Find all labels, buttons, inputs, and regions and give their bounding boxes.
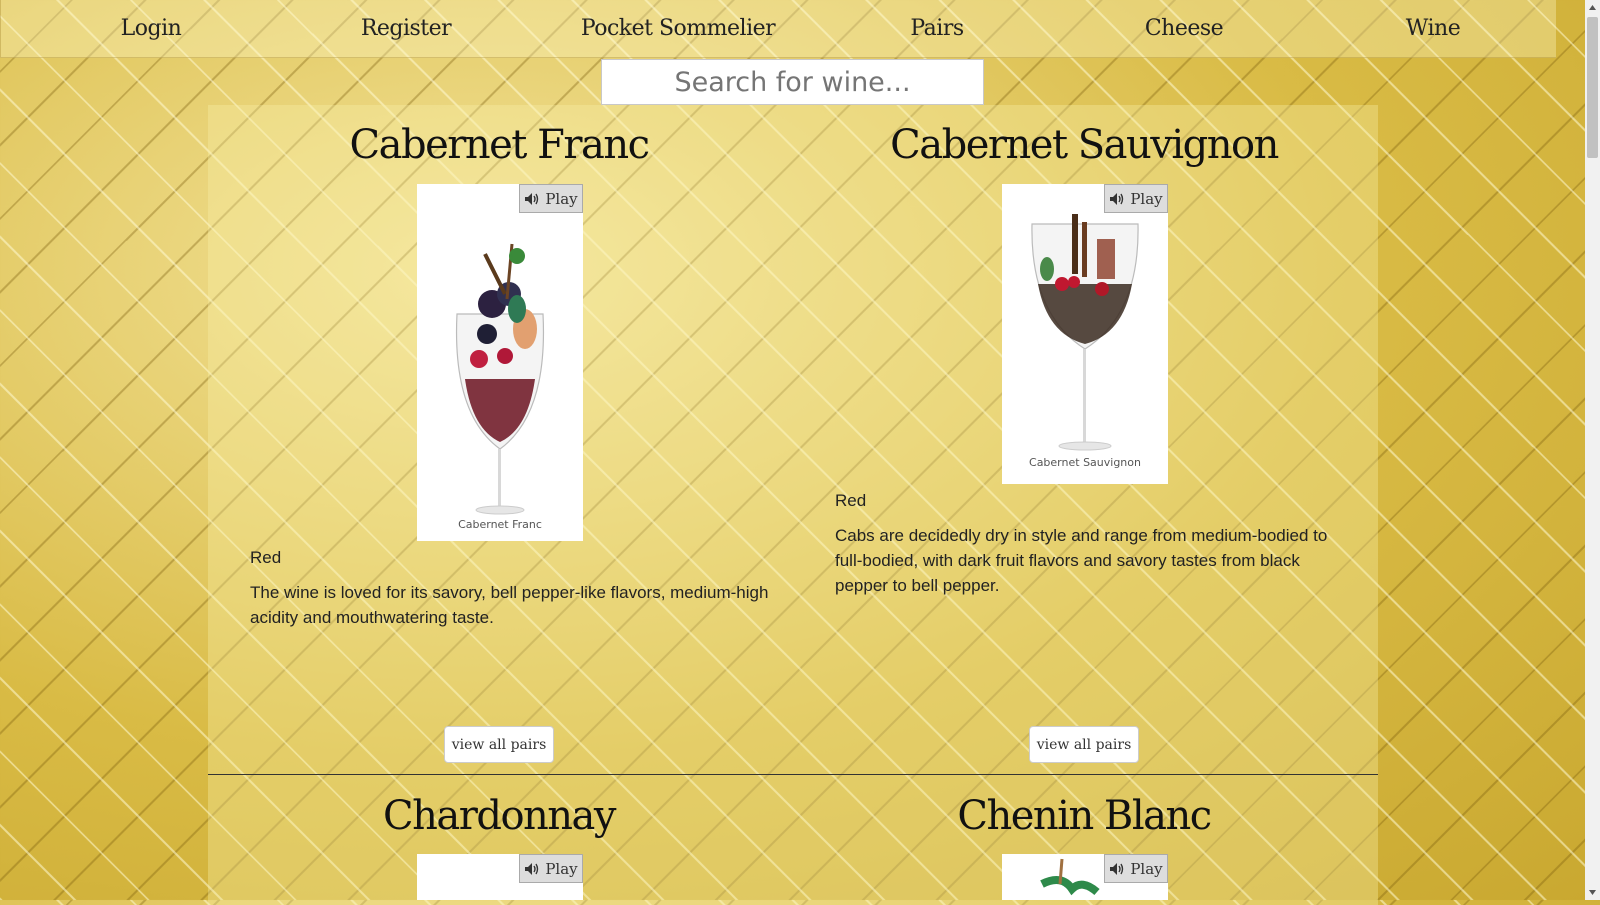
wine-card: Chardonnay Play [219, 776, 779, 900]
wine-card: Chenin Blanc Play [804, 776, 1364, 900]
wine-title: Cabernet Sauvignon [890, 122, 1279, 168]
nav-login-link[interactable]: Login [31, 0, 271, 57]
play-label: Play [1130, 189, 1163, 208]
vertical-scrollbar[interactable] [1585, 0, 1600, 900]
speaker-icon [1109, 192, 1125, 206]
play-button[interactable]: Play [519, 184, 583, 213]
wine-card: Cabernet Sauvignon Cabernet Sauvignon Pl… [804, 105, 1364, 775]
play-label: Play [1130, 859, 1163, 878]
wine-glass-illustration [1031, 214, 1139, 451]
speaker-icon [524, 192, 540, 206]
top-navbar: Login Register Pocket Sommelier Pairs Ch… [0, 0, 1556, 58]
nav-pocket-sommelier-link[interactable]: Pocket Sommelier [558, 0, 798, 57]
wine-glass-illustration [455, 243, 545, 515]
wine-description: Cabs are decidedly dry in style and rang… [835, 526, 1328, 595]
play-button[interactable]: Play [1104, 854, 1168, 883]
triangle-down-icon [1589, 890, 1596, 895]
triangle-up-icon [1589, 5, 1596, 10]
wine-title: Chardonnay [383, 793, 617, 839]
nav-wine-link[interactable]: Wine [1313, 0, 1553, 57]
nav-register-link[interactable]: Register [286, 0, 526, 57]
scrollbar-thumb[interactable] [1587, 17, 1598, 158]
wine-card: Cabernet Franc Cabernet Franc Play Red T… [219, 105, 779, 775]
play-button[interactable]: Play [519, 854, 583, 883]
image-caption: Cabernet Franc [458, 518, 542, 531]
scroll-down-arrow[interactable] [1585, 885, 1600, 900]
card-row-divider [208, 774, 1378, 775]
wine-title: Chenin Blanc [957, 793, 1212, 839]
wine-type: Red [835, 491, 867, 510]
scroll-up-arrow[interactable] [1585, 0, 1600, 15]
play-label: Play [545, 189, 578, 208]
nav-cheese-link[interactable]: Cheese [1064, 0, 1304, 57]
speaker-icon [524, 862, 540, 876]
wine-glass-image: Cabernet Franc Play [417, 184, 583, 541]
wine-glass-image: Cabernet Sauvignon Play [1002, 184, 1168, 484]
wine-description: The wine is loved for its savory, bell p… [250, 583, 769, 627]
wine-glass-image: Play [417, 854, 583, 900]
nav-pairs-link[interactable]: Pairs [817, 0, 1057, 57]
play-button[interactable]: Play [1104, 184, 1168, 213]
view-all-pairs-button[interactable]: view all pairs [1029, 726, 1139, 763]
wine-search-input[interactable] [601, 59, 984, 105]
play-label: Play [545, 859, 578, 878]
image-caption: Cabernet Sauvignon [1029, 456, 1141, 469]
wine-title: Cabernet Franc [349, 122, 650, 168]
view-all-pairs-button[interactable]: view all pairs [444, 726, 554, 763]
wine-glass-image: Play [1002, 854, 1168, 900]
speaker-icon [1109, 862, 1125, 876]
wine-type: Red [250, 548, 282, 567]
